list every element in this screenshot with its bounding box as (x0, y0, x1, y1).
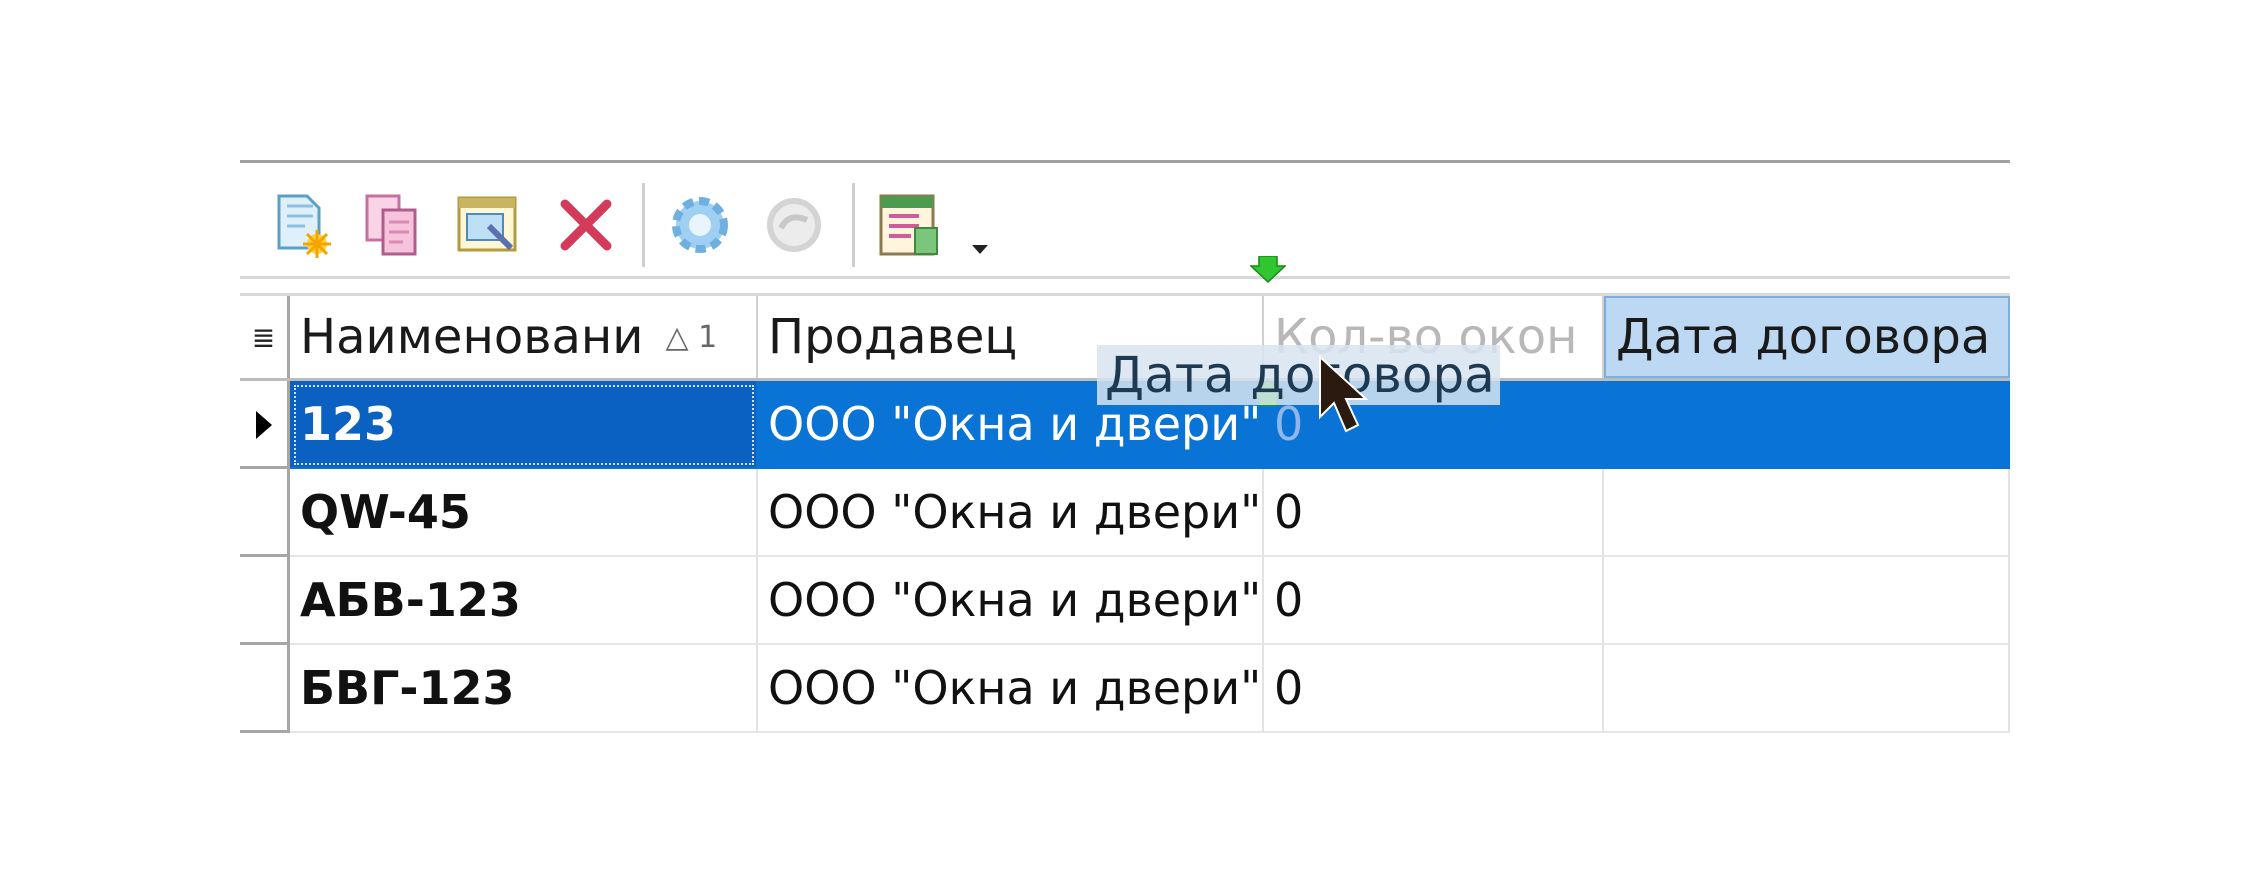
column-header-date-label: Дата договора (1616, 309, 1991, 365)
new-record-button[interactable] (260, 185, 340, 265)
cell-date[interactable] (1604, 469, 2010, 557)
sort-ascending-icon: △ 1 (665, 319, 718, 355)
table-row[interactable]: АБВ-123 ООО "Окна и двери" 0 (240, 557, 2010, 645)
delete-icon (560, 199, 612, 251)
cell-name[interactable]: БВГ-123 (290, 645, 758, 733)
undo-button[interactable] (754, 185, 834, 265)
column-header-name[interactable]: Наименовани △ 1 (290, 296, 758, 378)
cell-date[interactable] (1604, 381, 2010, 469)
undo-icon (767, 198, 821, 252)
column-header-seller-label: Продавец (768, 309, 1018, 365)
refresh-icon (672, 197, 728, 253)
row-indicator[interactable] (240, 381, 290, 469)
cell-qty[interactable]: 0 (1264, 469, 1604, 557)
cell-seller[interactable]: ООО "Окна и двери" (758, 469, 1264, 557)
data-grid-panel: ≣ Наименовани △ 1 Продавец Кол-во окон Д… (240, 160, 2010, 733)
edit-record-icon (457, 196, 517, 252)
cell-name[interactable]: QW-45 (290, 469, 758, 557)
edit-record-button[interactable] (448, 185, 528, 265)
copy-record-icon (365, 194, 417, 256)
cell-seller[interactable]: ООО "Окна и двери" (758, 557, 1264, 645)
toolbar-separator (852, 183, 855, 267)
mouse-cursor-icon (1319, 355, 1369, 433)
report-dropdown-arrow-icon[interactable] (972, 245, 988, 254)
copy-record-button[interactable] (352, 185, 432, 265)
table-row[interactable]: QW-45 ООО "Окна и двери" 0 (240, 469, 2010, 557)
dragged-column-header: Дата договора (1097, 345, 1500, 405)
toolbar-separator (642, 183, 645, 267)
grid-toolbar (240, 163, 2010, 279)
table-row[interactable]: БВГ-123 ООО "Окна и двери" 0 (240, 645, 2010, 733)
refresh-button[interactable] (660, 185, 740, 265)
cell-seller[interactable]: ООО "Окна и двери" (758, 645, 1264, 733)
report-button[interactable] (870, 185, 950, 265)
cell-name[interactable]: 123 (290, 381, 758, 469)
new-record-icon (277, 194, 331, 258)
row-indicator[interactable] (240, 557, 290, 645)
column-header-date[interactable]: Дата договора (1604, 296, 2010, 378)
cell-date[interactable] (1604, 557, 2010, 645)
column-chooser-icon[interactable]: ≣ (240, 296, 290, 378)
cell-qty[interactable]: 0 (1264, 645, 1604, 733)
cell-name[interactable]: АБВ-123 (290, 557, 758, 645)
cell-qty[interactable]: 0 (1264, 557, 1604, 645)
cell-date[interactable] (1604, 645, 2010, 733)
delete-button[interactable] (546, 185, 626, 265)
row-indicator[interactable] (240, 645, 290, 733)
column-header-name-label: Наименовани (300, 309, 644, 365)
row-indicator[interactable] (240, 469, 290, 557)
current-row-pointer-icon (256, 411, 272, 439)
report-icon (879, 194, 938, 256)
